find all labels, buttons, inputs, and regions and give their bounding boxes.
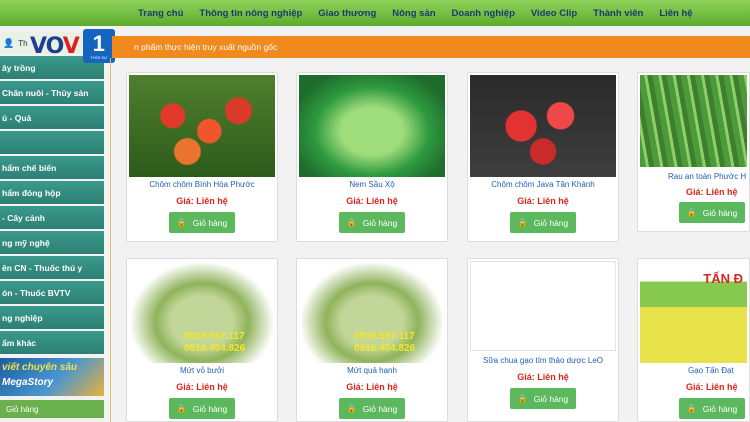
section-title: n phẩm thực hiện truy xuất nguồn gốc xyxy=(134,42,278,52)
product-image[interactable]: TẤN Đ xyxy=(640,261,747,363)
channel-number: 1 xyxy=(92,30,105,56)
product-title[interactable]: Sữa chua gạo tím thảo dược LeO xyxy=(468,356,618,365)
banner-line1: viết chuyên sâu xyxy=(2,362,78,373)
rice-brand-text: TẤN Đ xyxy=(703,271,743,286)
product-card: Nem Sầu Xộ Giá: Liên hệ 🔒 Giỏ hàng xyxy=(296,72,448,242)
product-price: Giá: Liên hệ xyxy=(176,382,228,392)
sidebar-item-livestock[interactable]: Chăn nuôi - Thủy sản xyxy=(0,81,104,104)
product-card: TẤN Đ Gạo Tấn Đạt Giá: Liên hệ 🔒 Giỏ hàng xyxy=(637,258,750,422)
nav-agri-info[interactable]: Thông tin nông nghiệp xyxy=(199,8,302,19)
sidebar-item-canned[interactable]: hẩm đóng hộp xyxy=(0,181,104,204)
megastory-banner[interactable]: viết chuyên sâu MegaStory xyxy=(0,358,104,396)
nav-home[interactable]: Trang chủ xyxy=(138,8,183,19)
product-price: Giá: Liên hệ xyxy=(517,372,569,382)
add-to-cart-button[interactable]: 🔒 Giỏ hàng xyxy=(169,398,235,419)
product-card: Sữa chua gạo tím thảo dược LeO Giá: Liên… xyxy=(467,258,619,422)
lock-icon: 🔒 xyxy=(346,404,357,413)
sidebar-cart-label: Giỏ hàng xyxy=(6,404,39,414)
product-image[interactable] xyxy=(299,75,445,177)
lock-icon: 🔒 xyxy=(686,208,697,217)
product-image[interactable] xyxy=(129,75,275,177)
add-to-cart-button[interactable]: 🔒 Giỏ hàng xyxy=(339,398,405,419)
product-card: 0919.567.117 0918.404.826 Mứt quả hạnh Gi… xyxy=(296,258,448,422)
user-icon: 👤 xyxy=(3,37,15,48)
product-title[interactable]: Mứt quả hạnh xyxy=(297,366,447,375)
product-title[interactable]: Chôm chôm Java Tân Khánh xyxy=(468,180,618,189)
sidebar-item-ornamental[interactable]: - Cây cảnh xyxy=(0,206,104,229)
sidebar-cart-button[interactable]: Giỏ hàng xyxy=(0,400,104,418)
lock-icon: 🔒 xyxy=(176,404,187,413)
product-title[interactable]: Rau an toàn Phước H xyxy=(638,172,749,181)
add-to-cart-button[interactable]: 🔒 Giỏ hàng xyxy=(169,212,235,233)
product-title[interactable]: Gạo Tấn Đạt xyxy=(638,366,749,375)
nav-contact[interactable]: Liên hệ xyxy=(659,8,692,19)
nav-products[interactable]: Nông sản xyxy=(392,8,435,19)
sidebar-item-blank[interactable] xyxy=(0,131,104,154)
nav-video[interactable]: Video Clip xyxy=(531,8,577,19)
add-to-cart-button[interactable]: 🔒 Giỏ hàng xyxy=(679,202,745,223)
product-image[interactable] xyxy=(470,75,616,177)
sidebar-item-industry[interactable]: ng nghiệp xyxy=(0,306,104,329)
product-price: Giá: Liên hệ xyxy=(517,196,569,206)
channel-label: THỜI SỰ xyxy=(90,54,108,60)
sidebar-item-other[interactable]: ẩm khác xyxy=(0,331,104,354)
product-card: Rau an toàn Phước H Giá: Liên hệ 🔒 Giỏ hà… xyxy=(637,72,750,232)
vov-wordmark: VOV xyxy=(30,33,80,59)
sidebar-item-handicraft[interactable]: ng mỹ nghệ xyxy=(0,231,104,254)
lock-icon: 🔒 xyxy=(176,218,187,227)
product-price: Giá: Liên hệ xyxy=(176,196,228,206)
add-to-cart-button[interactable]: 🔒 Giỏ hàng xyxy=(339,212,405,233)
lock-icon: 🔒 xyxy=(686,404,697,413)
top-navigation: Trang chủ Thông tin nông nghiệp Giao thư… xyxy=(0,0,750,26)
product-price: Giá: Liên hệ xyxy=(686,187,738,197)
product-image[interactable] xyxy=(640,75,747,167)
product-card: 0919.567.117 0918.404.826 Mứt vỏ bưởi Giá… xyxy=(126,258,278,422)
add-to-cart-button[interactable]: 🔒 Giỏ hàng xyxy=(510,388,576,409)
add-to-cart-button[interactable]: 🔒 Giỏ hàng xyxy=(510,212,576,233)
vov-logo: VOV 1 THỜI SỰ xyxy=(30,28,115,64)
lock-icon: 🔒 xyxy=(346,218,357,227)
nav-trade[interactable]: Giao thương xyxy=(318,8,376,19)
sidebar-item-processed[interactable]: hẩm chế biến xyxy=(0,156,104,179)
product-title[interactable]: Chôm chôm Bình Hòa Phước xyxy=(127,180,277,189)
product-card: Chôm chôm Java Tân Khánh Giá: Liên hệ 🔒 G… xyxy=(467,72,619,242)
sidebar-header-label: Th xyxy=(18,38,28,48)
nav-business[interactable]: Doanh nghiệp xyxy=(452,8,515,19)
product-image[interactable]: 0919.567.117 0918.404.826 xyxy=(129,261,275,363)
product-card: Chôm chôm Bình Hòa Phước Giá: Liên hệ 🔒 G… xyxy=(126,72,278,242)
lock-icon: 🔒 xyxy=(517,218,528,227)
sidebar-item-veterinary[interactable]: ên CN - Thuốc thú y xyxy=(0,256,104,279)
product-image[interactable] xyxy=(470,261,616,351)
product-title[interactable]: Nem Sầu Xộ xyxy=(297,180,447,189)
phone-overlay: 0919.567.117 0918.404.826 xyxy=(184,331,246,354)
product-price: Giá: Liên hệ xyxy=(346,382,398,392)
phone-overlay: 0919.567.117 0918.404.826 xyxy=(354,331,416,354)
product-image[interactable]: 0919.567.117 0918.404.826 xyxy=(299,261,445,363)
nav-members[interactable]: Thành viên xyxy=(593,8,643,19)
lock-icon: 🔒 xyxy=(517,394,528,403)
product-price: Giá: Liên hệ xyxy=(346,196,398,206)
product-title[interactable]: Mứt vỏ bưởi xyxy=(127,366,277,375)
sidebar-item-fruit[interactable]: ủ - Quả xyxy=(0,106,104,129)
add-to-cart-button[interactable]: 🔒 Giỏ hàng xyxy=(679,398,745,419)
content-divider xyxy=(110,58,111,422)
section-title-bar: n phẩm thực hiện truy xuất nguồn gốc xyxy=(112,36,750,58)
sidebar-item-pesticide[interactable]: ón - Thuốc BVTV xyxy=(0,281,104,304)
banner-line2: MegaStory xyxy=(2,377,54,388)
product-price: Giá: Liên hệ xyxy=(686,382,738,392)
sidebar: 👤 Th ây trồng Chăn nuôi - Thủy sản ủ - Q… xyxy=(0,32,104,422)
